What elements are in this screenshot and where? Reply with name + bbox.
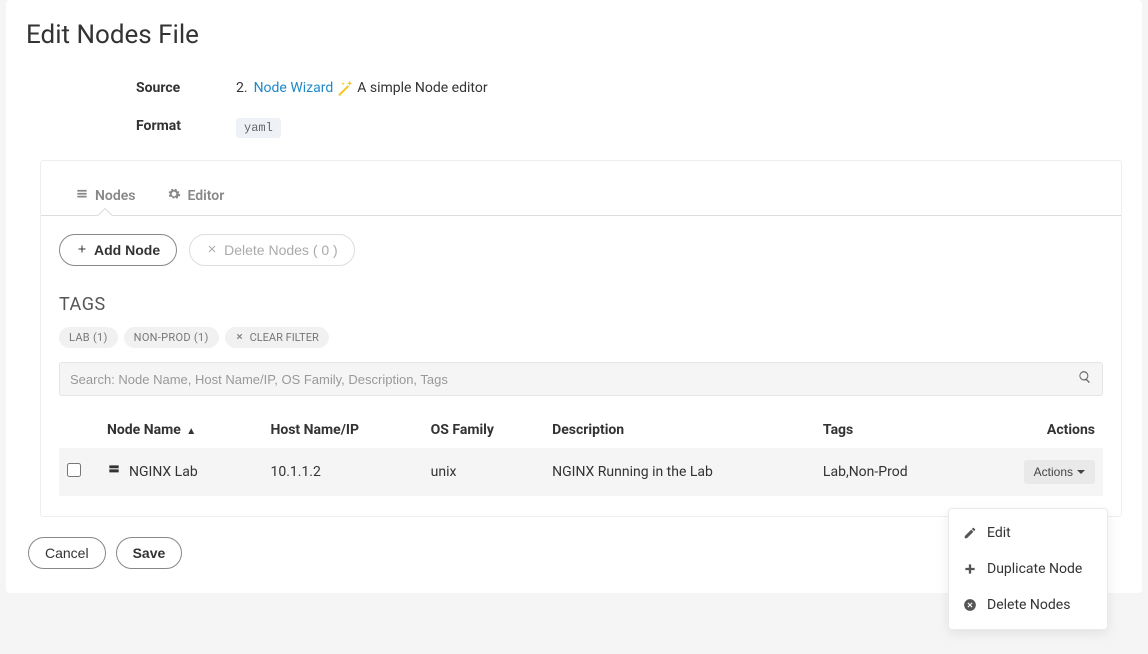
row-checkbox[interactable] [67, 463, 81, 477]
tabs: Nodes Editor [41, 161, 1121, 216]
tag-pill-nonprod[interactable]: NON-PROD (1) [124, 327, 219, 348]
tab-editor-label: Editor [187, 188, 224, 204]
tag-pill-lab[interactable]: LAB (1) [59, 327, 118, 348]
delete-circle-icon [963, 598, 977, 612]
tab-nodes-label: Nodes [95, 188, 135, 204]
nodes-table: Node Name ▲ Host Name/IP OS Family Descr… [59, 412, 1103, 496]
gear-icon [167, 187, 181, 205]
col-actions: Actions [969, 412, 1103, 448]
page-card: Edit Nodes File Source 2. Node Wizard A … [6, 0, 1142, 593]
x-icon [206, 242, 218, 258]
format-badge: yaml [236, 118, 281, 138]
dropdown-edit[interactable]: Edit [949, 515, 1107, 551]
add-node-button[interactable]: Add Node [59, 234, 177, 266]
col-desc[interactable]: Description [544, 412, 815, 448]
tags-heading: TAGS [41, 266, 1121, 327]
format-label: Format [136, 118, 216, 138]
clear-filter-label: CLEAR FILTER [250, 331, 319, 344]
delete-nodes-label: Delete Nodes ( 0 ) [224, 242, 338, 258]
col-os[interactable]: OS Family [423, 412, 544, 448]
page-title: Edit Nodes File [26, 20, 1122, 50]
col-node-name[interactable]: Node Name ▲ [99, 412, 262, 448]
clear-filter-button[interactable]: CLEAR FILTER [225, 327, 329, 348]
table-row: NGINX Lab 10.1.1.2 unix NGINX Running in… [59, 448, 1103, 496]
delete-nodes-button: Delete Nodes ( 0 ) [189, 234, 355, 266]
panel: Nodes Editor Add Node Delete Nodes ( [40, 160, 1122, 517]
chevron-down-icon [1077, 470, 1085, 474]
col-checkbox [59, 412, 99, 448]
server-icon [107, 463, 121, 481]
format-value: yaml [236, 118, 281, 138]
wand-icon [337, 80, 353, 96]
add-node-label: Add Node [94, 242, 160, 258]
x-small-icon [235, 331, 244, 344]
dropdown-duplicate[interactable]: Duplicate Node [949, 551, 1107, 587]
plus-bold-icon [963, 562, 977, 576]
source-number: 2. [236, 80, 248, 96]
os-cell: unix [423, 448, 544, 496]
host-cell: 10.1.1.2 [262, 448, 422, 496]
format-row: Format yaml [136, 118, 1122, 138]
search-icon[interactable] [1078, 370, 1092, 388]
tab-nodes[interactable]: Nodes [59, 179, 151, 215]
node-wizard-link[interactable]: Node Wizard [254, 80, 334, 96]
row-actions-button[interactable]: Actions [1024, 460, 1095, 484]
source-row: Source 2. Node Wizard A simple Node edit… [136, 80, 1122, 96]
source-desc: A simple Node editor [357, 80, 487, 96]
actions-dropdown: Edit Duplicate Node Delete Nodes [948, 508, 1108, 630]
dropdown-delete[interactable]: Delete Nodes [949, 587, 1107, 623]
save-button[interactable]: Save [116, 537, 183, 569]
node-name-cell[interactable]: NGINX Lab [107, 463, 198, 481]
tags-cell: Lab,Non-Prod [815, 448, 969, 496]
col-host[interactable]: Host Name/IP [262, 412, 422, 448]
col-tags[interactable]: Tags [815, 412, 969, 448]
source-value: 2. Node Wizard A simple Node editor [236, 80, 488, 96]
plus-icon [76, 242, 88, 258]
source-label: Source [136, 80, 216, 96]
tab-editor[interactable]: Editor [151, 179, 240, 215]
tags-row: LAB (1) NON-PROD (1) CLEAR FILTER [41, 327, 1121, 362]
search-input[interactable] [70, 372, 1078, 387]
controls: Add Node Delete Nodes ( 0 ) [41, 216, 1121, 266]
search-bar[interactable] [59, 362, 1103, 396]
nodes-icon [75, 187, 89, 205]
edit-icon [963, 526, 977, 540]
desc-cell: NGINX Running in the Lab [544, 448, 815, 496]
cancel-button[interactable]: Cancel [28, 537, 106, 569]
sort-asc-icon: ▲ [186, 426, 196, 437]
